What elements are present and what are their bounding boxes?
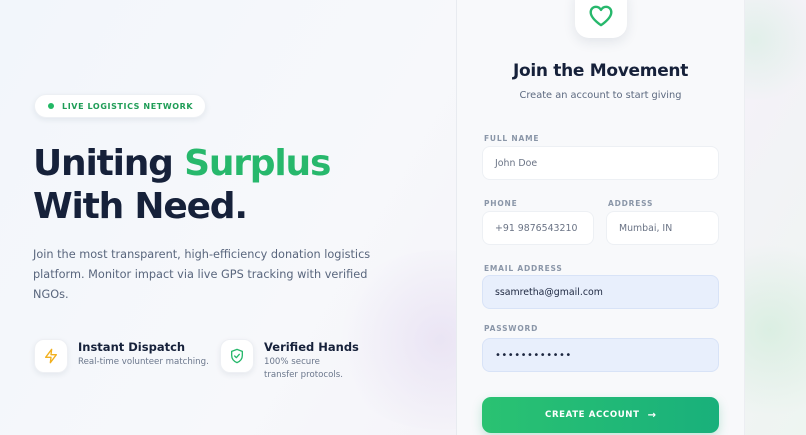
badge-label: LIVE LOGISTICS NETWORK <box>62 101 194 111</box>
hero-description: Join the most transparent, high-efficien… <box>33 248 371 301</box>
form-subtitle: Create an account to start giving <box>519 90 682 101</box>
address-field[interactable]: Mumbai, IN <box>606 211 719 245</box>
arrow-right-icon: → <box>647 409 656 421</box>
feature-instant-dispatch: Instant Dispatch Real-time volunteer mat… <box>34 339 209 373</box>
live-network-badge: LIVE LOGISTICS NETWORK <box>34 94 207 118</box>
hero-title-accent: Surplus <box>184 143 331 184</box>
form-title: Join the Movement <box>512 61 689 81</box>
feature-verified-hands: Verified Hands 100% secure transfer prot… <box>220 339 359 382</box>
email-field[interactable]: ssamretha@gmail.com <box>482 275 719 309</box>
full-name-field[interactable]: John Doe <box>482 146 719 180</box>
full-name-label: FULL NAME <box>484 134 540 143</box>
hero-title: Uniting Surplus With Need. <box>33 142 331 228</box>
feature-title: Verified Hands <box>264 340 359 354</box>
heart-icon <box>575 0 627 38</box>
shield-check-icon <box>220 339 254 373</box>
live-dot-icon <box>48 103 54 109</box>
phone-field[interactable]: +91 9876543210 <box>482 211 594 245</box>
email-label: EMAIL ADDRESS <box>484 264 563 273</box>
password-label: PASSWORD <box>484 324 539 333</box>
create-account-button[interactable]: CREATE ACCOUNT → <box>482 397 719 433</box>
create-account-label: CREATE ACCOUNT <box>545 410 640 420</box>
address-label: ADDRESS <box>608 199 654 208</box>
lightning-icon <box>34 339 68 373</box>
feature-title: Instant Dispatch <box>78 340 186 354</box>
feature-subtitle: Real-time volunteer matching. <box>78 357 209 367</box>
password-field[interactable]: •••••••••••• <box>482 338 719 372</box>
phone-label: PHONE <box>484 199 518 208</box>
feature-subtitle: 100% secure transfer protocols. <box>264 357 343 380</box>
hero-title-part1: Uniting <box>33 143 185 184</box>
hero-title-line2: With Need. <box>33 186 248 227</box>
